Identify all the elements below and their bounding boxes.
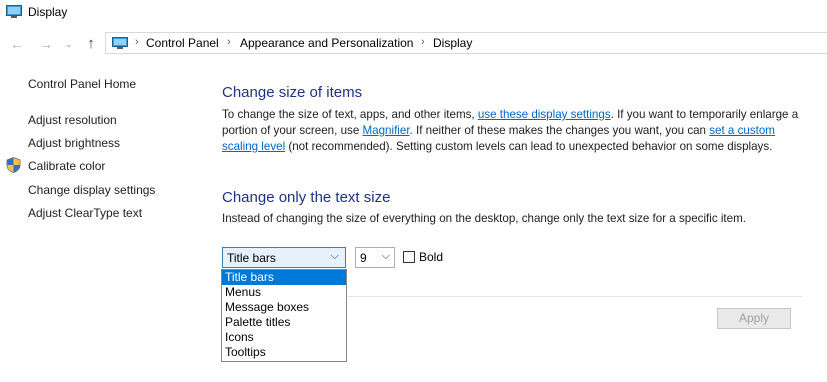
breadcrumb-separator-icon: › xyxy=(421,36,425,48)
font-size-dropdown[interactable]: 9 ⌵ xyxy=(355,247,395,268)
dropdown-option-title-bars[interactable]: Title bars xyxy=(222,270,346,285)
section-divider xyxy=(348,296,802,297)
forward-button[interactable]: → xyxy=(37,35,55,53)
section-description-text-size: Instead of changing the size of everythi… xyxy=(222,212,746,225)
chevron-down-icon: ⌵ xyxy=(381,250,390,262)
dropdown-option-icons[interactable]: Icons xyxy=(222,330,346,345)
section-heading-change-size: Change size of items xyxy=(222,84,363,101)
sidebar-item-adjust-cleartype[interactable]: Adjust ClearType text xyxy=(28,206,142,220)
back-button[interactable]: ← xyxy=(8,35,26,53)
description-text: (not recommended). Setting custom levels… xyxy=(285,140,773,153)
item-type-dropdown-list: Title bars Menus Message boxes Palette t… xyxy=(221,269,347,362)
font-size-selected-value: 9 xyxy=(360,251,367,265)
description-text: To change the size of text, apps, and ot… xyxy=(222,108,478,121)
title-bar: Display xyxy=(0,0,827,26)
sidebar-item-change-display-settings[interactable]: Change display settings xyxy=(28,183,155,197)
window-title: Display xyxy=(28,5,68,19)
dropdown-option-message-boxes[interactable]: Message boxes xyxy=(222,300,346,315)
address-bar[interactable]: › Control Panel › Appearance and Persona… xyxy=(105,32,827,54)
chevron-down-icon: ⌵ xyxy=(330,250,339,262)
dropdown-option-menus[interactable]: Menus xyxy=(222,285,346,300)
section-heading-text-size: Change only the text size xyxy=(222,189,391,206)
sidebar-item-adjust-brightness[interactable]: Adjust brightness xyxy=(28,136,120,150)
bold-label[interactable]: Bold xyxy=(419,250,443,264)
dropdown-option-tooltips[interactable]: Tooltips xyxy=(222,345,346,360)
bold-checkbox[interactable] xyxy=(403,251,415,263)
up-button[interactable]: ↑ xyxy=(82,35,100,53)
apply-button[interactable]: Apply xyxy=(717,308,791,329)
sidebar-item-control-panel-home[interactable]: Control Panel Home xyxy=(28,77,136,91)
dropdown-option-palette-titles[interactable]: Palette titles xyxy=(222,315,346,330)
breadcrumb-separator-icon: › xyxy=(227,36,231,48)
description-text: . If neither of these makes the changes … xyxy=(409,124,710,137)
magnifier-link[interactable]: Magnifier xyxy=(363,124,410,137)
control-panel-icon xyxy=(112,37,128,49)
breadcrumb-display[interactable]: Display xyxy=(433,36,472,50)
sidebar-item-adjust-resolution[interactable]: Adjust resolution xyxy=(28,113,117,127)
shield-icon xyxy=(6,157,21,173)
item-type-selected-value: Title bars xyxy=(227,251,276,265)
recent-locations-button[interactable]: ⌄ xyxy=(63,35,75,53)
breadcrumb-separator-icon: › xyxy=(135,36,139,48)
breadcrumb-control-panel[interactable]: Control Panel xyxy=(146,36,219,50)
breadcrumb-appearance-personalization[interactable]: Appearance and Personalization xyxy=(240,36,413,50)
item-type-dropdown[interactable]: Title bars ⌵ xyxy=(222,247,346,268)
display-app-icon xyxy=(6,5,22,18)
section-description-change-size: To change the size of text, apps, and ot… xyxy=(222,107,807,155)
display-settings-link[interactable]: use these display settings xyxy=(478,108,611,121)
sidebar-item-calibrate-color[interactable]: Calibrate color xyxy=(28,159,105,173)
